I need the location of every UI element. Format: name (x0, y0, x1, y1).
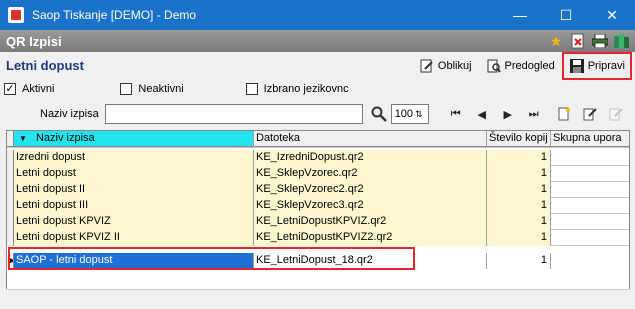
cell-datoteka: KE_LetniDopustKPVIZ.qr2 (254, 214, 487, 230)
printer-icon[interactable] (591, 32, 609, 50)
row-indicator (7, 214, 14, 230)
last-record-icon[interactable]: ⏭ (523, 104, 545, 124)
new-record-icon[interactable] (553, 104, 575, 124)
checkbox-box (245, 83, 258, 95)
search-row: Naziv izpisa 100 ⇅ ⏮ ◀ ▶ ⏭ (0, 102, 635, 126)
design-icon (419, 58, 435, 74)
cell-naziv: Letni dopust II (14, 182, 254, 198)
row-pointer-icon: ▶ (7, 253, 14, 269)
sort-down-icon: ▼ (19, 134, 27, 143)
row-indicator (7, 182, 14, 198)
section-title: Letni dopust (6, 58, 84, 73)
search-label: Naziv izpisa (40, 108, 99, 120)
cell-kopij: 1 (487, 253, 551, 269)
predogled-button[interactable]: Predogled (482, 55, 559, 77)
cell-kopij: 1 (487, 150, 551, 166)
window-title: Saop Tiskanje [DEMO] - Demo (32, 8, 197, 22)
previous-record-icon[interactable]: ◀ (471, 104, 493, 124)
neaktivni-label: Neaktivni (138, 83, 184, 95)
cell-naziv: Izredni dopust (14, 150, 254, 166)
aktivni-label: Aktivni (22, 83, 55, 95)
record-count-value: 100 (394, 108, 414, 120)
cell-skupna (551, 198, 629, 214)
cell-naziv: Letni dopust KPVIZ (14, 214, 254, 230)
delete-record-icon[interactable] (605, 104, 627, 124)
table-row-selected[interactable]: ▶ SAOP - letni dopust KE_LetniDopust_18.… (7, 253, 629, 269)
star-icon[interactable]: ★ (547, 32, 565, 50)
cell-datoteka: KE_SklepVzorec.qr2 (254, 166, 487, 182)
cell-kopij: 1 (487, 182, 551, 198)
cell-naziv: Letni dopust III (14, 198, 254, 214)
save-icon (569, 58, 585, 74)
search-icon[interactable] (369, 104, 389, 124)
checkmark-icon: ✓ (4, 83, 16, 95)
cell-naziv: Letni dopust KPVIZ II (14, 230, 254, 246)
column-naziv-label: Naziv izpisa (35, 132, 95, 144)
edit-record-icon[interactable] (579, 104, 601, 124)
horizontal-scrollbar[interactable] (6, 289, 630, 307)
izbrano-label: Izbrano jezikovnc (263, 83, 349, 95)
column-header-kopij[interactable]: Število kopij (487, 131, 551, 147)
cell-kopij: 1 (487, 230, 551, 246)
preview-icon (486, 58, 502, 74)
izbrano-jezik-checkbox[interactable]: Izbrano jezikovnc (245, 83, 349, 95)
search-input[interactable] (104, 104, 363, 124)
cell-skupna (551, 182, 629, 198)
sort-icon: ⇅ (415, 108, 423, 119)
pripravi-button[interactable]: Pripravi (561, 51, 633, 80)
row-indicator (7, 198, 14, 214)
table-row[interactable]: Letni dopust KPVIZ II KE_LetniDopustKPVI… (7, 230, 629, 246)
minimize-button[interactable]: — (497, 0, 543, 30)
cell-skupna (551, 230, 629, 246)
delete-document-icon[interactable] (569, 32, 587, 50)
header-indicator (7, 131, 14, 147)
cell-datoteka: KE_LetniDopustKPVIZ2.qr2 (254, 230, 487, 246)
close-button[interactable]: ✕ (589, 0, 635, 30)
cell-skupna (551, 150, 629, 166)
cell-skupna (551, 166, 629, 182)
row-indicator (7, 150, 14, 166)
cell-datoteka: KE_SklepVzorec3.qr2 (254, 198, 487, 214)
record-count-field[interactable]: 100 ⇅ (390, 104, 429, 124)
cell-datoteka: KE_SklepVzorec2.qr2 (254, 182, 487, 198)
cell-skupna (551, 214, 629, 230)
cell-datoteka: KE_IzredniDopust.qr2 (254, 150, 487, 166)
neaktivni-checkbox[interactable]: Neaktivni (120, 83, 184, 95)
cell-skupna (551, 253, 629, 269)
panel-header: QR Izpisi ★ (0, 30, 635, 52)
cell-kopij: 1 (487, 198, 551, 214)
table-row[interactable]: Letni dopust KE_SklepVzorec.qr2 1 (7, 166, 629, 182)
table-row[interactable]: Letni dopust II KE_SklepVzorec2.qr2 1 (7, 182, 629, 198)
books-icon[interactable] (613, 32, 631, 50)
row-indicator (7, 230, 14, 246)
checkbox-box (120, 83, 133, 95)
panel-title: QR Izpisi (6, 33, 62, 49)
aktivni-checkbox[interactable]: ✓ Aktivni (4, 83, 54, 95)
filter-checkboxes: ✓ Aktivni Neaktivni Izbrano jezikovnc (0, 80, 349, 98)
first-record-icon[interactable]: ⏮ (445, 104, 467, 124)
next-record-icon[interactable]: ▶ (497, 104, 519, 124)
oblikuj-button[interactable]: Oblikuj (415, 55, 476, 77)
column-header-naziv[interactable]: ▼ Naziv izpisa (14, 131, 254, 147)
grid-header: ▼ Naziv izpisa Datoteka Število kopij Sk… (7, 131, 629, 148)
pripravi-label: Pripravi (587, 59, 625, 72)
cell-naziv: Letni dopust (14, 166, 254, 182)
app-icon (8, 7, 24, 23)
row-indicator (7, 166, 14, 182)
column-header-datoteka[interactable]: Datoteka (254, 131, 487, 147)
cell-kopij: 1 (487, 166, 551, 182)
cell-datoteka: KE_LetniDopust_18.qr2 (254, 253, 487, 269)
window-titlebar: Saop Tiskanje [DEMO] - Demo — ☐ ✕ (0, 0, 635, 30)
column-header-skupna[interactable]: Skupna upora (551, 131, 629, 147)
predogled-label: Predogled (504, 59, 555, 72)
section-bar: Letni dopust Oblikuj Predogled Pripravi (0, 51, 635, 80)
cell-naziv: SAOP - letni dopust (14, 253, 254, 269)
oblikuj-label: Oblikuj (437, 59, 472, 72)
table-row[interactable]: Letni dopust KPVIZ KE_LetniDopustKPVIZ.q… (7, 214, 629, 230)
table-row[interactable]: Izredni dopust KE_IzredniDopust.qr2 1 (7, 150, 629, 166)
maximize-button[interactable]: ☐ (543, 0, 589, 30)
table-row[interactable]: Letni dopust III KE_SklepVzorec3.qr2 1 (7, 198, 629, 214)
reports-grid[interactable]: ▼ Naziv izpisa Datoteka Število kopij Sk… (6, 130, 630, 295)
cell-kopij: 1 (487, 214, 551, 230)
